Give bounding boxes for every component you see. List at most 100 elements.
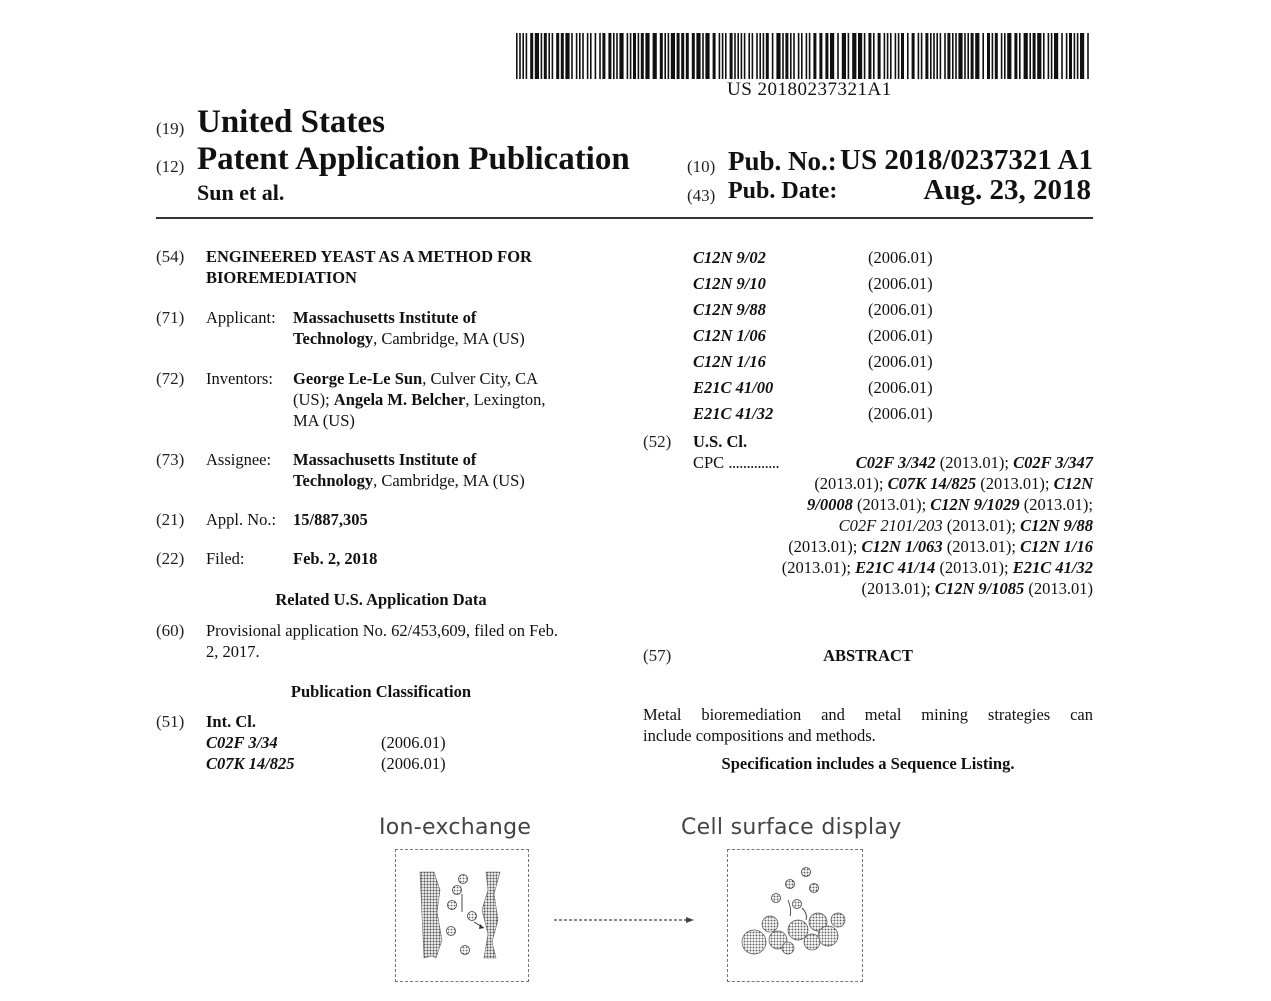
barcode-bar xyxy=(630,33,632,79)
cpc-class: 9/0008 xyxy=(807,495,853,514)
barcode-bar xyxy=(748,33,750,79)
barcode-bar xyxy=(530,33,533,79)
sequence-listing-note: Specification includes a Sequence Listin… xyxy=(643,753,1093,774)
ion-particle xyxy=(468,912,477,921)
barcode-bar xyxy=(1033,33,1036,79)
cpc-version: (2013.01); xyxy=(943,516,1020,535)
int-cl-version-1: (2006.01) xyxy=(381,732,446,753)
barcode-bar xyxy=(878,33,881,79)
inventor-1: George Le-Le Sun xyxy=(293,369,422,388)
barcode-bar xyxy=(809,33,811,79)
assignee-label: Assignee: xyxy=(206,449,271,470)
barcode-bar xyxy=(756,33,758,79)
barcode-bar xyxy=(766,33,769,79)
barcode-bar xyxy=(1029,33,1031,79)
barcode-bar xyxy=(719,33,721,79)
barcode-bar xyxy=(975,33,979,79)
cpc-class: C12N 9/1085 xyxy=(935,579,1024,598)
provisional-line-2: 2, 2017. xyxy=(206,641,610,662)
cpc-class: C12N 9/1029 xyxy=(930,495,1019,514)
barcode-bar xyxy=(671,33,675,79)
barcode-bar xyxy=(971,33,974,79)
barcode-number: US 20180237321A1 xyxy=(727,79,927,101)
barcode-bar xyxy=(641,33,644,79)
barcode-bar xyxy=(579,33,581,79)
barcode-bar xyxy=(940,33,942,79)
code-19: (19) xyxy=(156,119,184,139)
barcode-bar xyxy=(730,33,733,79)
barcode-bar xyxy=(548,33,550,79)
barcode-bar xyxy=(613,33,615,79)
cpc-class: C02F 3/347 xyxy=(1013,453,1093,472)
cpc-version: (2013.01); xyxy=(935,558,1012,577)
barcode-bar xyxy=(912,33,915,79)
code-22: (22) xyxy=(156,549,184,569)
filed-label: Filed: xyxy=(206,548,245,569)
code-60: (60) xyxy=(156,621,184,641)
assignee-name-1: Massachusetts Institute of xyxy=(293,450,476,469)
code-72: (72) xyxy=(156,369,184,389)
cpc-version: (2013.01) xyxy=(1024,579,1093,598)
barcode-bar xyxy=(1043,33,1045,79)
barcode-bar xyxy=(785,33,788,79)
assignee-value: Massachusetts Institute of Technology, C… xyxy=(293,449,613,491)
barcode-bar xyxy=(1087,33,1089,79)
barcode-bar xyxy=(1037,33,1041,79)
barcode-bar xyxy=(1048,33,1050,79)
barcode-bar xyxy=(725,33,727,79)
barcode-bar xyxy=(535,33,539,79)
inventor-2-state: MA (US) xyxy=(293,410,613,431)
abstract-line-1: Metal bioremediation and metal mining st… xyxy=(643,704,1093,725)
ion-particle xyxy=(772,894,781,903)
barcode-bar xyxy=(1024,33,1028,79)
code-52: (52) xyxy=(643,432,671,452)
int-cl-version-9: (2006.01) xyxy=(868,403,933,424)
barcode-bar xyxy=(763,33,765,79)
barcode-bar xyxy=(895,33,897,79)
barcode-bar xyxy=(813,33,816,79)
pub-no: US 2018/0237321 A1 xyxy=(820,144,1093,177)
header-rule xyxy=(156,217,1093,219)
barcode-bar xyxy=(837,33,839,79)
barcode-bar xyxy=(616,33,618,79)
authors: Sun et al. xyxy=(197,180,284,206)
cpc-version: (2013.01); xyxy=(1020,495,1093,514)
barcode-bar xyxy=(638,33,640,79)
barcode-bar xyxy=(901,33,904,79)
int-cl-version-7: (2006.01) xyxy=(868,351,933,372)
barcode-bar xyxy=(995,33,998,79)
barcode-bar xyxy=(958,33,962,79)
barcode-bar xyxy=(852,33,856,79)
barcode-bar xyxy=(1054,33,1058,79)
barcode-bar xyxy=(752,33,754,79)
code-71: (71) xyxy=(156,308,184,328)
cpc-version: (2013.01); xyxy=(943,537,1020,556)
membrane-right xyxy=(482,872,500,958)
cpc-class: C02F 3/342 xyxy=(856,453,936,472)
ion-exchange-illustration xyxy=(396,850,528,981)
inventor-2-location: , Lexington, xyxy=(465,390,545,409)
barcode-bar xyxy=(633,33,636,79)
barcode-bar xyxy=(964,33,966,79)
protein-cluster xyxy=(804,934,820,950)
assignee-name-2: Technology xyxy=(293,471,373,490)
abstract-text: Metal bioremediation and metal mining st… xyxy=(643,704,1093,746)
cpc-class: C12N xyxy=(1054,474,1093,493)
related-heading: Related U.S. Application Data xyxy=(156,589,606,610)
barcode-bar xyxy=(660,33,663,79)
int-cl-class-7: C12N 1/16 xyxy=(693,351,766,372)
cpc-version: (2013.01); xyxy=(862,579,935,598)
ion-particle xyxy=(810,884,819,893)
barcode-bar xyxy=(744,33,746,79)
barcode-bar xyxy=(664,33,666,79)
barcode-bar xyxy=(713,33,716,79)
int-cl-label: Int. Cl. xyxy=(206,711,256,732)
barcode-bar xyxy=(798,33,800,79)
barcode-bar xyxy=(842,33,846,79)
ion-particle xyxy=(793,900,802,909)
applicant-value: Massachusetts Institute of Technology, C… xyxy=(293,307,613,349)
barcode-bar xyxy=(519,33,521,79)
arrowhead-icon xyxy=(686,917,694,923)
cpc-class: C12N 1/063 xyxy=(862,537,943,556)
barcode-bar xyxy=(1004,33,1006,79)
